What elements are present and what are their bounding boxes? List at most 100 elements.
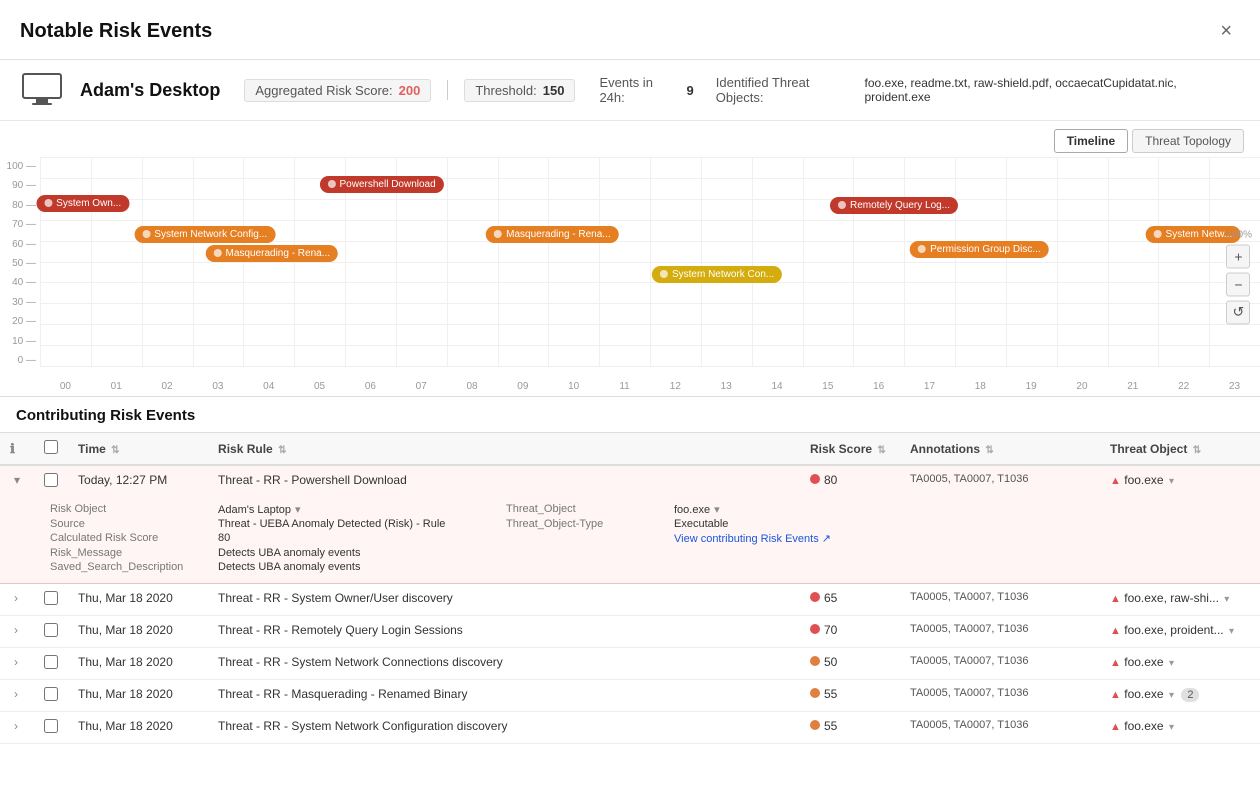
chart-event-bubble[interactable]: Masquerading - Rena... <box>206 245 339 262</box>
time-sort-icon[interactable]: ⇅ <box>111 445 119 456</box>
row-checkbox[interactable] <box>44 655 58 669</box>
expand-cell[interactable]: › <box>0 616 34 648</box>
threat-obj-cell: ▲ foo.exe ▾ <box>1100 648 1260 680</box>
threshold-label: Threshold: <box>475 83 536 98</box>
annotations-cell: TA0005, TA0007, T1036 <box>900 712 1100 744</box>
chart-area: 100 — 90 — 80 — 70 — 60 — 50 — 40 — 30 —… <box>0 157 1260 397</box>
threat-arrow-icon: ▲ <box>1110 625 1121 637</box>
threat-topology-button[interactable]: Threat Topology <box>1132 129 1244 153</box>
threat-obj-text: foo.exe <box>1124 655 1163 669</box>
row-checkbox[interactable] <box>44 473 58 487</box>
modal-title: Notable Risk Events <box>20 20 212 43</box>
risk-score-sort-icon[interactable]: ⇅ <box>877 445 885 456</box>
th-risk-rule: Risk Rule ⇅ <box>208 433 800 466</box>
expand-button[interactable]: › <box>10 591 22 605</box>
threat-dropdown-arrow[interactable]: ▾ <box>1169 722 1174 733</box>
threat-arrow-icon: ▲ <box>1110 721 1121 733</box>
th-time: Time ⇅ <box>68 433 208 466</box>
expand-cell[interactable]: › <box>0 680 34 712</box>
expand-button[interactable]: › <box>10 655 22 669</box>
expand-cell[interactable]: › <box>0 648 34 680</box>
annotations-sort-icon[interactable]: ⇅ <box>985 445 993 456</box>
y-label-50: 50 — <box>4 258 36 269</box>
row-checkbox[interactable] <box>44 623 58 637</box>
close-button[interactable]: × <box>1212 16 1240 47</box>
chart-event-bubble[interactable]: Permission Group Disc... <box>910 241 1049 258</box>
agg-risk-value: 200 <box>399 83 421 98</box>
y-label-100: 100 — <box>4 161 36 172</box>
bubble-label: Powershell Download <box>340 179 436 190</box>
view-contributing-link[interactable]: View contributing Risk Events ↗ <box>674 532 974 545</box>
time-cell: Thu, Mar 18 2020 <box>68 648 208 680</box>
threat-obj-cell: ▲ foo.exe ▾ 2 <box>1100 680 1260 712</box>
threat-dropdown-arrow[interactable]: ▾ <box>1169 476 1174 487</box>
select-all-checkbox[interactable] <box>44 440 58 454</box>
timeline-button[interactable]: Timeline <box>1054 129 1128 153</box>
expand-cell[interactable]: › <box>0 712 34 744</box>
x-axis-label: 06 <box>345 381 396 396</box>
threat-obj-text: foo.exe <box>1124 719 1163 733</box>
table-row: › Thu, Mar 18 2020 Threat - RR - System … <box>0 584 1260 616</box>
threat-arrow-icon: ▲ <box>1110 475 1121 487</box>
chart-event-bubble[interactable]: Powershell Download <box>320 176 444 193</box>
zoom-controls: 100% + − ↺ <box>1226 229 1252 324</box>
expand-button[interactable]: ▾ <box>10 473 24 487</box>
threat-arrow-icon: ▲ <box>1110 689 1121 701</box>
device-name: Adam's Desktop <box>80 80 220 101</box>
annotations-cell: TA0005, TA0007, T1036 <box>900 465 1100 497</box>
zoom-reset-button[interactable]: ↺ <box>1226 300 1250 324</box>
x-axis-label: 00 <box>40 381 91 396</box>
threat-obj-text: foo.exe, proident... <box>1124 623 1223 637</box>
table-row: › Thu, Mar 18 2020 Threat - RR - System … <box>0 712 1260 744</box>
threat-obj-text: foo.exe <box>1124 473 1163 487</box>
threat-obj-cell: ▲ foo.exe, proident... ▾ <box>1100 616 1260 648</box>
zoom-in-button[interactable]: + <box>1226 244 1250 268</box>
x-axis-label: 11 <box>599 381 650 396</box>
threat-dropdown-arrow[interactable]: ▾ <box>1169 658 1174 669</box>
v-grid-line <box>1006 157 1007 366</box>
expand-button[interactable]: › <box>10 687 22 701</box>
x-axis-label: 14 <box>752 381 803 396</box>
zoom-out-button[interactable]: − <box>1226 272 1250 296</box>
th-risk-score: Risk Score ⇅ <box>800 433 900 466</box>
x-axis-label: 22 <box>1158 381 1209 396</box>
detail-source-label: Source <box>50 518 210 530</box>
annotations-cell: TA0005, TA0007, T1036 <box>900 680 1100 712</box>
risk-rule-sort-icon[interactable]: ⇅ <box>278 445 286 456</box>
threat-dropdown-arrow[interactable]: ▾ <box>1169 690 1174 701</box>
row-checkbox[interactable] <box>44 687 58 701</box>
v-grid-line <box>1209 157 1210 366</box>
chart-event-bubble[interactable]: System Network Config... <box>134 226 275 243</box>
expand-cell[interactable]: › <box>0 584 34 616</box>
th-check <box>34 433 68 466</box>
info-icon: ℹ <box>10 441 15 456</box>
threat-dropdown-arrow[interactable]: ▾ <box>1229 626 1234 637</box>
y-label-70: 70 — <box>4 219 36 230</box>
expand-cell[interactable]: ▾ <box>0 465 34 497</box>
x-axis-label: 04 <box>243 381 294 396</box>
risk-object-dropdown[interactable]: ▾ <box>295 503 301 516</box>
threat-dropdown-arrow[interactable]: ▾ <box>1224 594 1229 605</box>
chart-event-bubble[interactable]: System Network Con... <box>652 266 782 283</box>
threat-badge: 2 <box>1181 688 1199 702</box>
x-axis-label: 16 <box>853 381 904 396</box>
detail-placeholder-label <box>506 532 666 545</box>
v-grid-line <box>91 157 92 366</box>
chart-event-bubble[interactable]: Masquerading - Rena... <box>486 226 619 243</box>
row-checkbox[interactable] <box>44 719 58 733</box>
row-checkbox[interactable] <box>44 591 58 605</box>
v-grid-line <box>853 157 854 366</box>
x-axis-label: 02 <box>142 381 193 396</box>
x-axis-label: 20 <box>1057 381 1108 396</box>
expand-button[interactable]: › <box>10 623 22 637</box>
chart-event-bubble[interactable]: Remotely Query Log... <box>830 197 958 214</box>
detail-threat-object-value: foo.exe ▾ <box>674 503 974 516</box>
expand-button[interactable]: › <box>10 719 22 733</box>
annotations-cell: TA0005, TA0007, T1036 <box>900 584 1100 616</box>
threat-object-dropdown[interactable]: ▾ <box>714 503 720 516</box>
detail-risk-object-value: Adam's Laptop ▾ <box>218 503 498 516</box>
threat-obj-cell: ▲ foo.exe, raw-shi... ▾ <box>1100 584 1260 616</box>
threat-sort-icon[interactable]: ⇅ <box>1193 445 1201 456</box>
detail-row: Risk Object Adam's Laptop ▾ Threat_Objec… <box>0 497 1260 584</box>
chart-event-bubble[interactable]: System Own... <box>36 195 129 212</box>
